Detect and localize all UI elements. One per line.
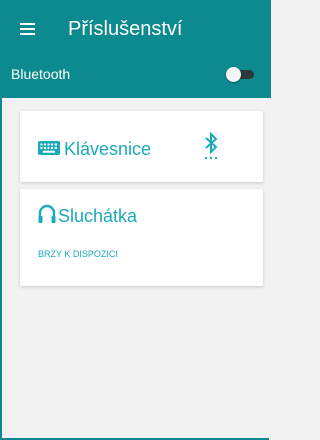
- app-frame: Příslušenství Bluetooth Klávesnice Sluch…: [0, 0, 271, 440]
- bluetooth-label: Bluetooth: [11, 66, 71, 82]
- bluetooth-toggle[interactable]: [226, 67, 255, 82]
- menu-icon[interactable]: [20, 23, 35, 35]
- coming-soon-note: BRZY K DISPOZICI: [38, 249, 118, 259]
- headphones-card[interactable]: Sluchátka BRZY K DISPOZICI: [20, 189, 263, 286]
- keyboard-card[interactable]: Klávesnice: [20, 111, 263, 182]
- headphones-icon: [38, 204, 56, 223]
- app-bar: Příslušenství Bluetooth: [2, 0, 271, 98]
- bluetooth-searching-icon: [205, 132, 218, 159]
- keyboard-label: Klávesnice: [64, 139, 152, 159]
- headphones-label: Sluchátka: [58, 206, 138, 226]
- page-title: Příslušenství: [68, 18, 183, 40]
- toggle-knob: [226, 67, 241, 82]
- keyboard-icon: [38, 141, 60, 155]
